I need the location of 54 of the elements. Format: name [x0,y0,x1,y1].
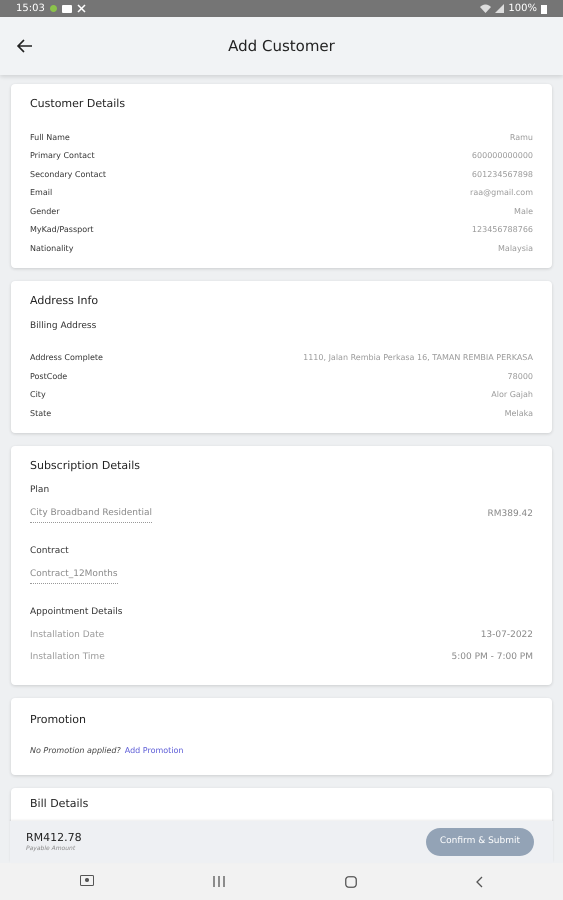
field-label: Secondary Contact [30,168,106,181]
back-nav-icon[interactable] [476,876,484,888]
home-icon[interactable] [344,876,357,888]
subsection-title: Plan [30,484,50,496]
promotion-note: No Promotion applied? [30,744,121,756]
section-title: Address Info [30,293,100,309]
field-label: Gender [30,206,60,218]
field-label: Installation Date [30,629,104,642]
section-title: Promotion [30,712,87,728]
recent-apps-icon[interactable] [213,876,226,887]
payable-amount: RM412.78 [26,832,82,844]
field-value: Melaka [504,408,533,420]
field-value: 123456788766 [472,224,533,236]
image-icon [62,4,72,12]
add-promotion-link[interactable]: Add Promotion [124,744,184,756]
field-label: Nationality [30,242,74,255]
section-title: Subscription Details [30,458,141,474]
plan-selector[interactable]: City Broadband Residential [30,507,152,522]
field-value: 1110, Jalan Rembia Perkasa 16, TAMAN REMBIA PERKASA [303,352,533,364]
field-value: 78000 [508,370,533,383]
field-value: raa@gmail.com [470,187,533,200]
field-label: MyKad/Passport [30,224,94,236]
field-label: City [30,389,46,402]
subsection-title: Appointment Details [30,606,124,618]
field-label: State [30,408,52,420]
battery-icon [541,4,547,14]
battery-level: 100% [508,2,537,16]
field-value: 13-07-2022 [480,629,533,642]
signal-icon [495,4,504,13]
plan-price: RM389.42 [487,508,533,521]
dot-icon [50,5,57,12]
field-value: Ramu [510,132,533,144]
wifi-icon [480,4,492,13]
screenshot-icon[interactable] [80,875,94,888]
section-title: Customer Details [30,96,126,112]
contract-selector[interactable]: Contract_12Months [30,568,118,584]
status-time: 15:03 [16,2,45,16]
field-label: Address Complete [30,352,103,364]
field-value: 5:00 PM - 7:00 PM [452,651,533,664]
field-value: Male [514,206,533,218]
field-label: PostCode [30,370,68,383]
field-value: Alor Gajah [491,389,533,402]
field-value: 601234567898 [472,168,533,181]
subsection-title: Billing Address [30,320,98,332]
field-label: Installation Time [30,651,105,664]
field-value: Malaysia [498,242,533,255]
page-title: Add Customer [227,36,336,57]
section-title: Bill Details [30,796,90,812]
field-label: Email [30,187,52,200]
field-label: Primary Contact [30,150,95,162]
field-value: 600000000000 [472,150,533,162]
back-icon[interactable] [17,39,33,53]
field-label: Full Name [30,132,70,144]
subsection-title: Contract [30,544,70,558]
